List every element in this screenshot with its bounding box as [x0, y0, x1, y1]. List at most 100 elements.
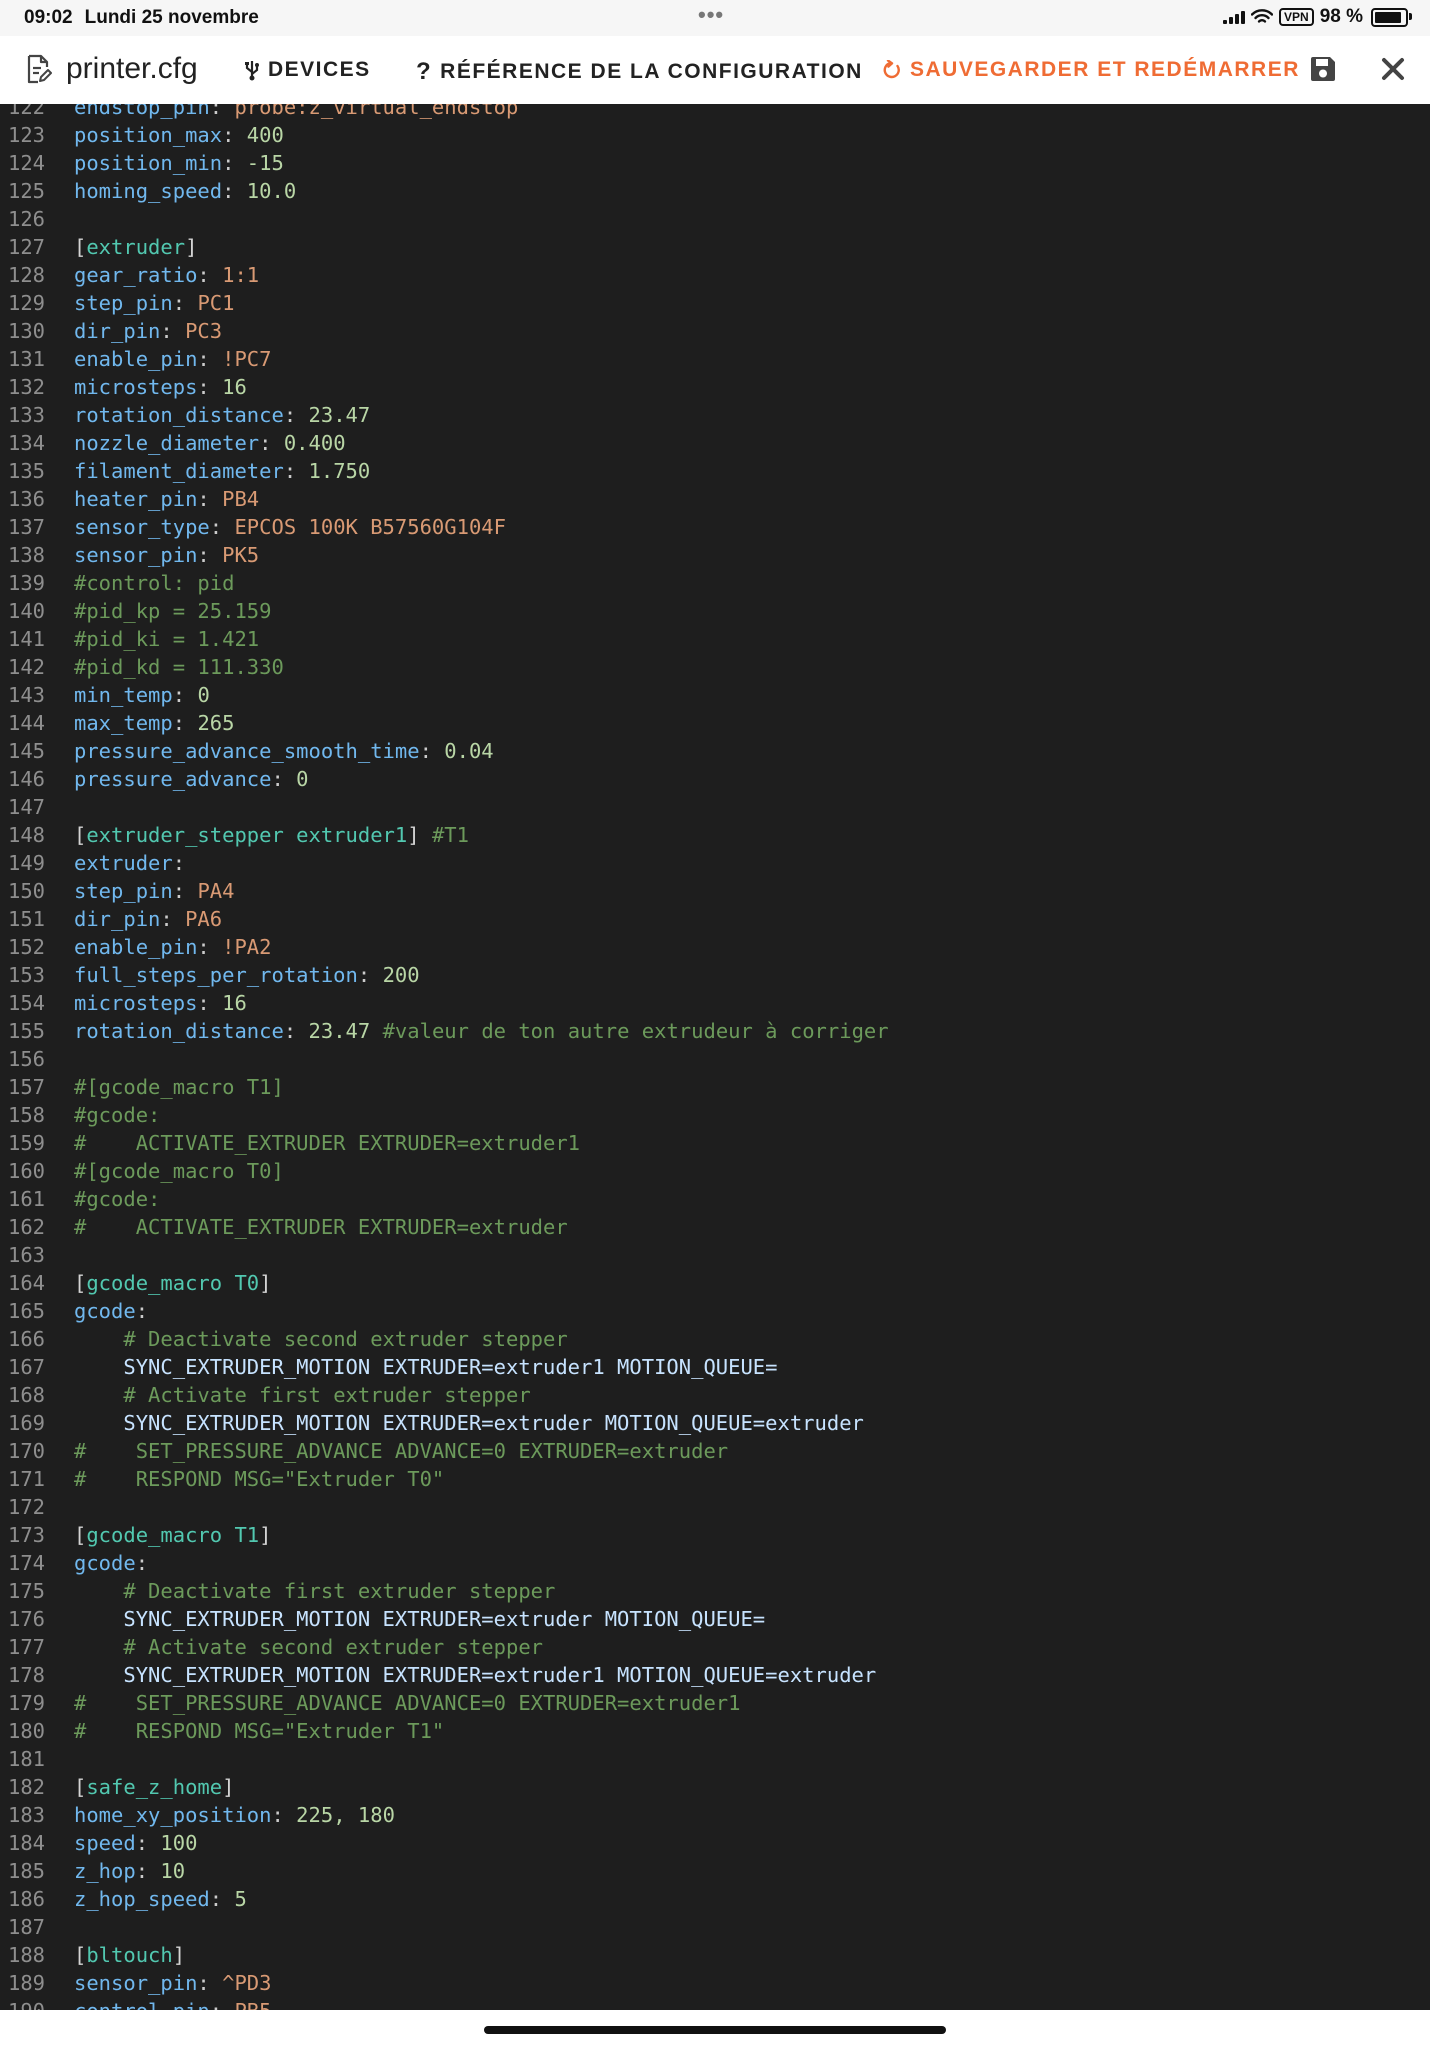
code-line[interactable]: 122 endstop_pin: probe:z_virtual_endstop: [0, 104, 1430, 121]
code-line[interactable]: 166 # Deactivate second extruder stepper: [0, 1325, 1430, 1353]
code-line[interactable]: 144 max_temp: 265: [0, 709, 1430, 737]
code-line[interactable]: 152 enable_pin: !PA2: [0, 933, 1430, 961]
save-and-restart-button[interactable]: SAUVEGARDER ET REDÉMARRER: [882, 58, 1300, 82]
code-line[interactable]: 158 #gcode:: [0, 1101, 1430, 1129]
code-line[interactable]: 156: [0, 1045, 1430, 1073]
code-token: ]: [185, 235, 198, 259]
code-token: 225, 180: [296, 1803, 395, 1827]
code-line[interactable]: 163: [0, 1241, 1430, 1269]
code-line[interactable]: 148 [extruder_stepper extruder1] #T1: [0, 821, 1430, 849]
line-text: home_xy_position: 225, 180: [74, 1801, 395, 1829]
code-line[interactable]: 137 sensor_type: EPCOS 100K B57560G104F: [0, 513, 1430, 541]
code-line[interactable]: 140 #pid_kp = 25.159: [0, 597, 1430, 625]
line-text: extruder:: [74, 849, 185, 877]
code-line[interactable]: 131 enable_pin: !PC7: [0, 345, 1430, 373]
code-line[interactable]: 154 microsteps: 16: [0, 989, 1430, 1017]
code-line[interactable]: 170 # SET_PRESSURE_ADVANCE ADVANCE=0 EXTR…: [0, 1437, 1430, 1465]
code-line[interactable]: 162 # ACTIVATE_EXTRUDER EXTRUDER=extruder: [0, 1213, 1430, 1241]
code-line[interactable]: 175 # Deactivate first extruder stepper: [0, 1577, 1430, 1605]
code-line[interactable]: 174 gcode:: [0, 1549, 1430, 1577]
config-reference-button[interactable]: ? RÉFÉRENCE DE LA CONFIGURATION: [416, 58, 863, 86]
code-token: endstop_pin: [74, 104, 210, 119]
code-line[interactable]: 141 #pid_ki = 1.421: [0, 625, 1430, 653]
code-line[interactable]: 128 gear_ratio: 1:1: [0, 261, 1430, 289]
code-token: 400: [246, 123, 284, 147]
code-line[interactable]: 138 sensor_pin: PK5: [0, 541, 1430, 569]
line-text: #gcode:: [74, 1185, 160, 1213]
code-line[interactable]: 129 step_pin: PC1: [0, 289, 1430, 317]
line-text: [gcode_macro T1]: [74, 1521, 271, 1549]
code-line[interactable]: 185 z_hop: 10: [0, 1857, 1430, 1885]
line-text: full_steps_per_rotation: 200: [74, 961, 420, 989]
line-text: microsteps: 16: [74, 989, 247, 1017]
code-line[interactable]: 132 microsteps: 16: [0, 373, 1430, 401]
code-line[interactable]: 126: [0, 205, 1430, 233]
code-line[interactable]: 177 # Activate second extruder stepper: [0, 1633, 1430, 1661]
line-number: 167: [8, 1355, 46, 1379]
line-text: sensor_pin: PK5: [74, 541, 259, 569]
code-line[interactable]: 172: [0, 1493, 1430, 1521]
code-line[interactable]: 161 #gcode:: [0, 1185, 1430, 1213]
code-line[interactable]: 173 [gcode_macro T1]: [0, 1521, 1430, 1549]
code-line[interactable]: 165 gcode:: [0, 1297, 1430, 1325]
code-line[interactable]: 146 pressure_advance: 0: [0, 765, 1430, 793]
code-line[interactable]: 186 z_hop_speed: 5: [0, 1885, 1430, 1913]
save-button[interactable]: [1308, 54, 1338, 89]
code-line[interactable]: 125 homing_speed: 10.0: [0, 177, 1430, 205]
code-editor[interactable]: 122 endstop_pin: probe:z_virtual_endstop 1…: [0, 104, 1430, 2010]
code-line[interactable]: 159 # ACTIVATE_EXTRUDER EXTRUDER=extruder…: [0, 1129, 1430, 1157]
vpn-badge: VPN: [1279, 8, 1314, 26]
code-line[interactable]: 124 position_min: -15: [0, 149, 1430, 177]
code-line[interactable]: 178 SYNC_EXTRUDER_MOTION EXTRUDER=extrud…: [0, 1661, 1430, 1689]
code-token: :: [197, 263, 223, 287]
code-line[interactable]: 150 step_pin: PA4: [0, 877, 1430, 905]
code-line[interactable]: 153 full_steps_per_rotation: 200: [0, 961, 1430, 989]
close-button[interactable]: [1380, 56, 1406, 87]
code-line[interactable]: 136 heater_pin: PB4: [0, 485, 1430, 513]
code-line[interactable]: 171 # RESPOND MSG="Extruder T0": [0, 1465, 1430, 1493]
code-line[interactable]: 123 position_max: 400: [0, 121, 1430, 149]
code-line[interactable]: 127 [extruder]: [0, 233, 1430, 261]
home-indicator[interactable]: [484, 2026, 946, 2034]
code-line[interactable]: 145 pressure_advance_smooth_time: 0.04: [0, 737, 1430, 765]
code-line[interactable]: 155 rotation_distance: 23.47 #valeur de t…: [0, 1017, 1430, 1045]
code-line[interactable]: 135 filament_diameter: 1.750: [0, 457, 1430, 485]
code-token: :: [209, 104, 235, 119]
code-line[interactable]: 143 min_temp: 0: [0, 681, 1430, 709]
code-line[interactable]: 183 home_xy_position: 225, 180: [0, 1801, 1430, 1829]
line-number: 163: [8, 1243, 46, 1267]
devices-button[interactable]: DEVICES: [244, 58, 371, 82]
code-line[interactable]: 134 nozzle_diameter: 0.400: [0, 429, 1430, 457]
code-line[interactable]: 190 control_pin: PB5: [0, 1997, 1430, 2010]
code-line[interactable]: 169 SYNC_EXTRUDER_MOTION EXTRUDER=extrud…: [0, 1409, 1430, 1437]
code-line[interactable]: 184 speed: 100: [0, 1829, 1430, 1857]
code-line[interactable]: 160 #[gcode_macro T0]: [0, 1157, 1430, 1185]
line-text: #[gcode_macro T1]: [74, 1073, 284, 1101]
code-line[interactable]: 188 [bltouch]: [0, 1941, 1430, 1969]
code-line[interactable]: 151 dir_pin: PA6: [0, 905, 1430, 933]
code-line[interactable]: 142 #pid_kd = 111.330: [0, 653, 1430, 681]
code-line[interactable]: 130 dir_pin: PC3: [0, 317, 1430, 345]
code-line[interactable]: 133 rotation_distance: 23.47: [0, 401, 1430, 429]
line-number: 144: [8, 711, 46, 735]
code-line[interactable]: 179 # SET_PRESSURE_ADVANCE ADVANCE=0 EXTR…: [0, 1689, 1430, 1717]
code-line[interactable]: 187: [0, 1913, 1430, 1941]
code-token: homing_speed: [74, 179, 223, 203]
code-line[interactable]: 167 SYNC_EXTRUDER_MOTION EXTRUDER=extrud…: [0, 1353, 1430, 1381]
code-token: SYNC_EXTRUDER_MOTION EXTRUDER=extruder1 …: [74, 1663, 877, 1687]
code-token: position_max: [74, 123, 223, 147]
code-line[interactable]: 168 # Activate first extruder stepper: [0, 1381, 1430, 1409]
code-line[interactable]: 180 # RESPOND MSG="Extruder T1": [0, 1717, 1430, 1745]
code-line[interactable]: 157 #[gcode_macro T1]: [0, 1073, 1430, 1101]
code-token: :: [271, 1803, 297, 1827]
code-line[interactable]: 139 #control: pid: [0, 569, 1430, 597]
code-line[interactable]: 181: [0, 1745, 1430, 1773]
multitask-dots-icon[interactable]: •••: [698, 2, 724, 28]
code-line[interactable]: 164 [gcode_macro T0]: [0, 1269, 1430, 1297]
code-line[interactable]: 147: [0, 793, 1430, 821]
code-token: #valeur de ton autre extrudeur à corrige…: [382, 1019, 889, 1043]
code-line[interactable]: 149 extruder:: [0, 849, 1430, 877]
code-line[interactable]: 176 SYNC_EXTRUDER_MOTION EXTRUDER=extrud…: [0, 1605, 1430, 1633]
code-line[interactable]: 189 sensor_pin: ^PD3: [0, 1969, 1430, 1997]
code-line[interactable]: 182 [safe_z_home]: [0, 1773, 1430, 1801]
